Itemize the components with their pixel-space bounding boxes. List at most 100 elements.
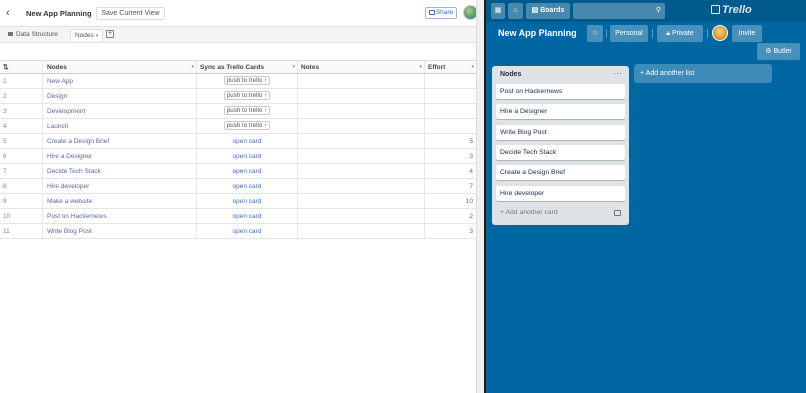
apps-grid-icon[interactable]: ▦ [491, 3, 505, 19]
node-cell[interactable]: Write Blog Post [43, 224, 197, 238]
member-avatar[interactable] [712, 25, 728, 41]
table-row[interactable]: 4 Launch push to trello ↑ [0, 119, 476, 134]
home-icon[interactable]: ⌂ [508, 3, 523, 19]
sync-cell[interactable]: open card [197, 194, 298, 208]
table-row[interactable]: 11 Write Blog Post open card 3 [0, 224, 476, 239]
chevron-down-icon[interactable]: ▾ [471, 61, 474, 73]
open-card-link[interactable]: open card [233, 153, 262, 160]
effort-cell[interactable]: 3 [425, 149, 476, 163]
effort-cell[interactable] [425, 89, 476, 103]
boards-button[interactable]: ▤ Boards [526, 3, 570, 19]
chevron-down-icon[interactable]: ▾ [419, 61, 422, 73]
push-to-trello-button[interactable]: push to trello ↑ [223, 106, 271, 115]
effort-cell[interactable]: 3 [425, 224, 476, 238]
notes-cell[interactable] [298, 149, 425, 163]
effort-cell[interactable]: 5 [425, 134, 476, 148]
trello-card[interactable]: Hire developer [496, 185, 625, 201]
board-title[interactable]: New App Planning [498, 28, 577, 38]
sync-cell[interactable]: push to trello ↑ [197, 119, 298, 133]
add-list-button[interactable]: + Add another list [634, 64, 772, 83]
table-row[interactable]: 5 Create a Design Brief open card 5 [0, 134, 476, 149]
table-row[interactable]: 2 Design push to trello ↑ [0, 89, 476, 104]
node-cell[interactable]: Make a website [43, 194, 197, 208]
table-row[interactable]: 6 Hire a Designer open card 3 [0, 149, 476, 164]
trello-card[interactable]: Create a Design Brief [496, 165, 625, 181]
open-card-link[interactable]: open card [233, 213, 262, 220]
trello-card[interactable]: Write Blog Post [496, 124, 625, 140]
open-card-link[interactable]: open card [233, 138, 262, 145]
push-to-trello-button[interactable]: push to trello ↑ [223, 121, 271, 130]
column-header-nodes[interactable]: Nodes ▾ [43, 61, 197, 73]
effort-cell[interactable] [425, 119, 476, 133]
column-header-notes[interactable]: Notes ▾ [298, 61, 425, 73]
sync-cell[interactable]: push to trello ↑ [197, 74, 298, 88]
table-row[interactable]: 9 Make a website open card 10 [0, 194, 476, 209]
node-cell[interactable]: Launch [43, 119, 197, 133]
sync-cell[interactable]: open card [197, 149, 298, 163]
effort-cell[interactable]: 2 [425, 209, 476, 223]
chevron-down-icon[interactable]: ▾ [292, 61, 295, 73]
notes-cell[interactable] [298, 164, 425, 178]
sync-cell[interactable]: open card [197, 134, 298, 148]
effort-cell[interactable]: 10 [425, 194, 476, 208]
notes-cell[interactable] [298, 134, 425, 148]
notes-cell[interactable] [298, 119, 425, 133]
node-cell[interactable]: Design [43, 89, 197, 103]
tab-data-structure[interactable]: Data Structure [4, 29, 62, 41]
trello-card[interactable]: Post on Hackernews [496, 84, 625, 99]
pane-divider[interactable] [476, 0, 484, 393]
open-card-link[interactable]: open card [233, 228, 262, 235]
open-card-link[interactable]: open card [233, 183, 262, 190]
personal-button[interactable]: Personal [610, 25, 648, 42]
column-header-sync[interactable]: Sync as Trello Cards ▾ [197, 61, 298, 73]
search-input[interactable]: ⚲ [573, 3, 665, 19]
sync-cell[interactable]: open card [197, 179, 298, 193]
table-row[interactable]: 1 New App push to trello ↑ [0, 74, 476, 89]
card-template-icon[interactable] [614, 210, 621, 216]
more-icon[interactable]: ··· [613, 68, 622, 78]
open-card-link[interactable]: open card [233, 168, 262, 175]
effort-cell[interactable] [425, 74, 476, 88]
open-card-link[interactable]: open card [233, 198, 262, 205]
push-to-trello-button[interactable]: push to trello ↑ [223, 76, 271, 85]
list-title[interactable]: Nodes [500, 71, 521, 78]
trello-card[interactable]: Decide Tech Stack [496, 144, 625, 160]
save-current-view-button[interactable]: Save Current View [96, 7, 165, 20]
column-header-effort[interactable]: Effort ▾ [425, 61, 476, 73]
table-row[interactable]: 3 Development push to trello ↑ [0, 104, 476, 119]
node-cell[interactable]: Post on Hackernews [43, 209, 197, 223]
effort-cell[interactable]: 7 [425, 179, 476, 193]
node-cell[interactable]: New App [43, 74, 197, 88]
trello-card[interactable]: Hire a Designer [496, 104, 625, 120]
sync-cell[interactable]: open card [197, 209, 298, 223]
table-row[interactable]: 10 Post on Hackernews open card 2 [0, 209, 476, 224]
add-tab-button[interactable]: + [106, 30, 114, 38]
effort-cell[interactable]: 4 [425, 164, 476, 178]
node-cell[interactable]: Development [43, 104, 197, 118]
sync-cell[interactable]: push to trello ↑ [197, 104, 298, 118]
row-sort-icon[interactable]: ⇅ [0, 61, 43, 73]
node-cell[interactable]: Hire developer [43, 179, 197, 193]
notes-cell[interactable] [298, 179, 425, 193]
sync-cell[interactable]: push to trello ↑ [197, 89, 298, 103]
notes-cell[interactable] [298, 224, 425, 238]
notes-cell[interactable] [298, 104, 425, 118]
sync-cell[interactable]: open card [197, 224, 298, 238]
trello-logo[interactable]: Trello [711, 4, 752, 16]
node-cell[interactable]: Decide Tech Stack [43, 164, 197, 178]
tab-nodes[interactable]: Nodes ▾ [70, 29, 104, 41]
share-button[interactable]: Share [425, 7, 457, 19]
butler-button[interactable]: ⚙ Butler [757, 43, 800, 60]
node-cell[interactable]: Create a Design Brief [43, 134, 197, 148]
effort-cell[interactable] [425, 104, 476, 118]
add-card-button[interactable]: + Add another card [500, 209, 558, 216]
node-cell[interactable]: Hire a Designer [43, 149, 197, 163]
invite-button[interactable]: Invite [732, 25, 762, 42]
sync-cell[interactable]: open card [197, 164, 298, 178]
chevron-down-icon[interactable]: ▾ [191, 61, 194, 73]
star-icon[interactable]: ☆ [587, 25, 603, 42]
chevron-down-icon[interactable]: ▾ [96, 33, 99, 39]
notes-cell[interactable] [298, 74, 425, 88]
table-row[interactable]: 8 Hire developer open card 7 [0, 179, 476, 194]
push-to-trello-button[interactable]: push to trello ↑ [223, 91, 271, 100]
